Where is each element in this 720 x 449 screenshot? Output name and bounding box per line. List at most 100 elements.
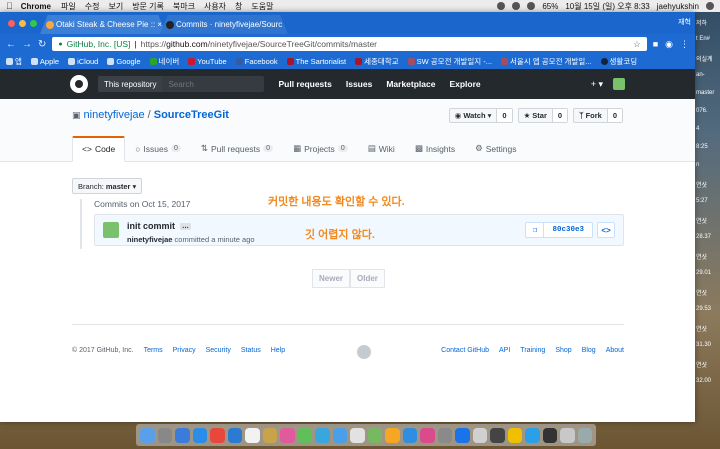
menu-file[interactable]: 파일 (61, 1, 76, 12)
desktop-file-label[interactable]: t En# (696, 36, 710, 42)
tab-insights[interactable]: ▩ Insights (405, 136, 465, 162)
nav-issues[interactable]: Issues (346, 79, 372, 89)
browse-repo-button[interactable]: <> (597, 222, 615, 238)
footer-api[interactable]: API (499, 347, 510, 354)
clock[interactable]: 10월 15일 (일) 오후 8:33 (565, 1, 649, 12)
github-footer-logo-icon[interactable] (357, 345, 371, 359)
notes-dock-icon[interactable] (262, 427, 277, 443)
numbers-dock-icon[interactable] (367, 427, 382, 443)
siri-dock-icon[interactable] (157, 427, 172, 443)
footer-training[interactable]: Training (520, 347, 545, 354)
spotlight-icon[interactable] (706, 2, 714, 10)
footer-status[interactable]: Status (241, 347, 261, 354)
desktop-file-label[interactable]: 의실계 (696, 54, 713, 63)
desktop-file-label[interactable]: 28.37 (696, 234, 711, 240)
fork-button[interactable]: ᛉ Fork 0 (573, 108, 623, 123)
preview-dock-icon[interactable] (472, 427, 487, 443)
maps-dock-icon[interactable] (332, 427, 347, 443)
branch-selector[interactable]: Branch: master ▾ (72, 178, 143, 194)
desktop-file-label[interactable]: 연샷 (696, 252, 707, 261)
tab-projects[interactable]: ▦ Projects 0 (283, 136, 358, 162)
bookmark-sejong[interactable]: 세종대학교 (355, 56, 399, 67)
itunes-dock-icon[interactable] (420, 427, 435, 443)
desktop-file-label[interactable]: 연샷 (696, 216, 707, 225)
extension-icon[interactable]: ■ (653, 39, 658, 50)
footer-security[interactable]: Security (206, 347, 231, 354)
desktop-file-label[interactable]: 연샷 (696, 180, 707, 189)
console-dock-icon[interactable] (542, 427, 557, 443)
footer-shop[interactable]: Shop (555, 347, 571, 354)
nav-pull-requests[interactable]: Pull requests (278, 79, 331, 89)
tab-settings[interactable]: ⚙ Settings (465, 136, 526, 162)
minimize-window-icon[interactable] (19, 20, 26, 27)
bookmark-apple[interactable]: Apple (30, 57, 59, 66)
battery-percent[interactable]: 65% (542, 2, 558, 11)
older-button[interactable]: Older (350, 269, 385, 288)
apple-icon[interactable]:  (6, 1, 13, 11)
terminal-dock-icon[interactable] (490, 427, 505, 443)
bookmark-google[interactable]: Google (107, 57, 141, 66)
bookmark-star-icon[interactable]: ☆ (633, 39, 641, 50)
tab-issues[interactable]: ○ Issues 0 (125, 136, 191, 162)
calendar-dock-icon[interactable] (245, 427, 260, 443)
trash-dock-icon[interactable] (577, 427, 592, 443)
footer-privacy[interactable]: Privacy (173, 347, 196, 354)
footer-help[interactable]: Help (271, 347, 285, 354)
author-avatar[interactable] (103, 222, 119, 238)
footer-blog[interactable]: Blog (582, 347, 596, 354)
commit-message-link[interactable]: init commit (127, 221, 175, 231)
menu-people[interactable]: 사용자 (204, 1, 226, 12)
photos-dock-icon[interactable] (280, 427, 295, 443)
bookmark-icloud[interactable]: iCloud (68, 57, 98, 66)
menu-edit[interactable]: 수정 (85, 1, 100, 12)
menu-help[interactable]: 도움말 (251, 1, 273, 12)
sourcetree-dock-icon[interactable] (455, 427, 470, 443)
finder-dock-icon[interactable] (140, 427, 155, 443)
bookmark-youtube[interactable]: YouTube (188, 57, 227, 66)
messages-dock-icon[interactable] (297, 427, 312, 443)
desktop-file-label[interactable]: 29.53 (696, 306, 711, 312)
tab-code[interactable]: <> Code (72, 136, 126, 162)
menu-kebab-icon[interactable]: ⋮ (680, 39, 689, 50)
desktop-file-label[interactable]: n (696, 162, 699, 168)
desktop-file-label[interactable]: 5:27 (696, 198, 708, 204)
settings-dock-icon[interactable] (437, 427, 452, 443)
profile-name[interactable]: 재혁 (678, 17, 691, 27)
desktop-file-label[interactable]: 8:25 (696, 144, 708, 150)
expand-commit-button[interactable]: … (180, 222, 192, 230)
footer-contact[interactable]: Contact GitHub (441, 347, 489, 354)
user-avatar[interactable] (613, 78, 625, 90)
repo-owner-link[interactable]: ninetyfivejae (84, 109, 145, 121)
chrome-dock-icon[interactable] (210, 427, 225, 443)
bookmark-sartorialist[interactable]: The Sartorialist (286, 57, 346, 66)
menu-view[interactable]: 보기 (108, 1, 123, 12)
bookmark-opentutorials[interactable]: 생활코딩 (600, 56, 637, 67)
newer-button[interactable]: Newer (312, 269, 351, 288)
xcode-dock-icon[interactable] (525, 427, 540, 443)
star-button[interactable]: ★ Star 0 (517, 108, 569, 123)
address-bar[interactable]: ● GitHub, Inc. [US] | https://github.com… (52, 37, 647, 51)
desktop-file-label[interactable]: 32.00 (696, 378, 711, 384)
github-logo-icon[interactable] (70, 75, 88, 93)
watch-count[interactable]: 0 (496, 109, 512, 122)
downloads-dock-icon[interactable] (560, 427, 575, 443)
copy-sha-icon[interactable]: ❐ (526, 223, 545, 237)
bookmark-sw-contest[interactable]: SW 공모전 개발일지 -... (407, 56, 492, 67)
menu-window[interactable]: 창 (235, 1, 242, 12)
forward-icon[interactable]: → (22, 39, 32, 50)
desktop-file-label[interactable]: 저하 (696, 18, 707, 27)
desktop-file-label[interactable]: 29.01 (696, 270, 711, 276)
repo-name-link[interactable]: SourceTreeGit (154, 109, 229, 121)
menubar-user[interactable]: jaehyukshin (657, 2, 699, 11)
keynote-dock-icon[interactable] (385, 427, 400, 443)
reminders-dock-icon[interactable] (350, 427, 365, 443)
launchpad-dock-icon[interactable] (175, 427, 190, 443)
watch-button[interactable]: ◉ Watch ▾ 0 (448, 108, 513, 123)
tab-wiki[interactable]: ▤ Wiki (358, 136, 405, 162)
bookmark-facebook[interactable]: Facebook (235, 57, 278, 66)
zoom-window-icon[interactable] (30, 20, 37, 27)
commit-author-link[interactable]: ninetyfivejae (127, 235, 172, 244)
reload-icon[interactable]: ↻ (38, 39, 46, 50)
desktop-file-label[interactable]: 연샷 (696, 360, 707, 369)
create-new-button[interactable]: + ▾ (591, 79, 603, 90)
